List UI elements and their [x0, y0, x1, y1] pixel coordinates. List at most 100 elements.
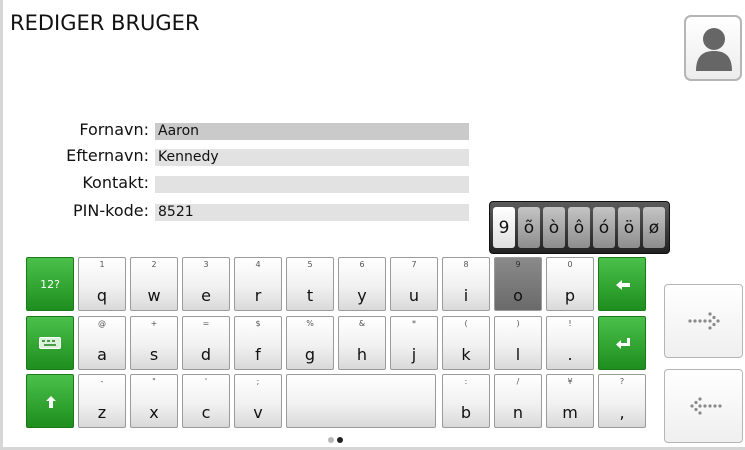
- key-j[interactable]: * j: [390, 316, 438, 370]
- key-secondary: ": [152, 377, 156, 386]
- key-secondary: 2: [151, 260, 157, 269]
- contact-field[interactable]: [155, 176, 469, 193]
- key-secondary: &: [358, 319, 366, 328]
- contact-label: Kontakt:: [82, 173, 149, 192]
- mode-switch-label: 12?: [40, 278, 60, 291]
- key-l[interactable]: ) l: [494, 316, 542, 370]
- page-indicator: [328, 437, 343, 443]
- key-secondary: *: [412, 319, 416, 328]
- key-c[interactable]: ' c: [182, 374, 230, 428]
- key-secondary: :: [464, 377, 468, 386]
- key-secondary: %: [306, 319, 314, 328]
- key-x[interactable]: " x: [130, 374, 178, 428]
- key-primary: ,: [619, 403, 625, 422]
- accent-key[interactable]: õ: [518, 207, 540, 248]
- key-secondary: ): [516, 319, 520, 328]
- next-button[interactable]: [664, 284, 743, 358]
- key-h[interactable]: & h: [338, 316, 386, 370]
- firstname-field[interactable]: Aaron: [155, 123, 469, 140]
- key-f[interactable]: $ f: [234, 316, 282, 370]
- key-q[interactable]: 1q: [78, 257, 126, 311]
- accent-key[interactable]: ó: [593, 207, 615, 248]
- key-u[interactable]: 7u: [390, 257, 438, 311]
- accent-key[interactable]: 9: [493, 207, 515, 248]
- key-w[interactable]: 2w: [130, 257, 178, 311]
- form-row-lastname: Efternavn: Kennedy: [0, 146, 745, 166]
- key-primary: h: [356, 345, 368, 364]
- key-a[interactable]: @ a: [78, 316, 126, 370]
- backspace-key[interactable]: [598, 257, 646, 311]
- key-primary: m: [562, 403, 578, 422]
- enter-icon: [616, 338, 630, 349]
- key-t[interactable]: 5t: [286, 257, 334, 311]
- avatar-button[interactable]: [684, 15, 742, 81]
- key-m[interactable]: ¥ m: [546, 374, 594, 428]
- key-b[interactable]: :b: [442, 374, 490, 428]
- key-primary: q: [96, 286, 108, 305]
- key-secondary: 6: [359, 260, 365, 269]
- key-v[interactable]: ; v: [234, 374, 282, 428]
- enter-key[interactable]: [598, 316, 646, 370]
- keyboard-toggle-key[interactable]: [26, 316, 74, 370]
- accent-key[interactable]: ò: [543, 207, 565, 248]
- key-secondary: ¥: [567, 377, 573, 386]
- key-primary: s: [149, 345, 159, 364]
- key-primary: e: [201, 286, 211, 305]
- lastname-label: Efternavn:: [66, 146, 149, 165]
- shift-key[interactable]: [26, 374, 74, 428]
- key-primary: r: [254, 286, 262, 305]
- key-d[interactable]: = d: [182, 316, 230, 370]
- key-primary: g: [304, 345, 316, 364]
- accent-key[interactable]: ô: [568, 207, 590, 248]
- key-primary: y: [357, 286, 367, 305]
- key-comma[interactable]: ?,: [598, 374, 646, 428]
- key-e[interactable]: 3e: [182, 257, 230, 311]
- key-secondary: /: [516, 377, 520, 386]
- pin-label: PIN-kode:: [73, 201, 149, 220]
- prev-button[interactable]: [664, 369, 743, 443]
- key-primary: b: [460, 403, 472, 422]
- key-primary: f: [255, 345, 261, 364]
- keyboard-icon: [39, 337, 61, 349]
- key-i[interactable]: 8i: [442, 257, 490, 311]
- key-o[interactable]: 9o: [494, 257, 542, 311]
- pin-field[interactable]: 8521: [155, 204, 469, 221]
- key-r[interactable]: 4r: [234, 257, 282, 311]
- accent-key[interactable]: ø: [643, 207, 665, 248]
- mode-switch-key[interactable]: 12?: [26, 257, 74, 311]
- key-k[interactable]: (k: [442, 316, 490, 370]
- form-row-contact: Kontakt:: [0, 173, 745, 193]
- key-z[interactable]: -z: [78, 374, 126, 428]
- key-primary: x: [149, 403, 159, 422]
- key-secondary: -: [100, 377, 104, 386]
- firstname-label: Fornavn:: [79, 120, 149, 139]
- key-primary: v: [253, 403, 263, 422]
- key-primary: .: [567, 345, 573, 364]
- key-primary: w: [147, 286, 161, 305]
- key-primary: l: [515, 345, 521, 364]
- key-primary: d: [200, 345, 212, 364]
- lastname-field[interactable]: Kennedy: [155, 149, 469, 166]
- key-y[interactable]: 6y: [338, 257, 386, 311]
- space-key[interactable]: [286, 374, 436, 428]
- key-primary: p: [564, 286, 576, 305]
- key-primary: i: [463, 286, 469, 305]
- key-primary: j: [411, 345, 417, 364]
- key-secondary: 5: [307, 260, 313, 269]
- accent-popup: 9 õ ò ô ó ö ø: [489, 201, 670, 254]
- key-secondary: @: [98, 319, 106, 328]
- accent-key[interactable]: ö: [618, 207, 640, 248]
- dotted-arrow-left-icon: [690, 397, 722, 415]
- page-title: REDIGER BRUGER: [10, 11, 200, 35]
- key-s[interactable]: + s: [130, 316, 178, 370]
- key-secondary: ;: [256, 377, 260, 386]
- key-secondary: 1: [99, 260, 105, 269]
- key-primary: n: [512, 403, 524, 422]
- key-p[interactable]: 0p: [546, 257, 594, 311]
- form-row-firstname: Fornavn: Aaron: [0, 120, 745, 140]
- key-period[interactable]: !.: [546, 316, 594, 370]
- key-secondary: 9: [515, 260, 521, 269]
- key-g[interactable]: % g: [286, 316, 334, 370]
- key-n[interactable]: / n: [494, 374, 542, 428]
- key-primary: z: [97, 403, 107, 422]
